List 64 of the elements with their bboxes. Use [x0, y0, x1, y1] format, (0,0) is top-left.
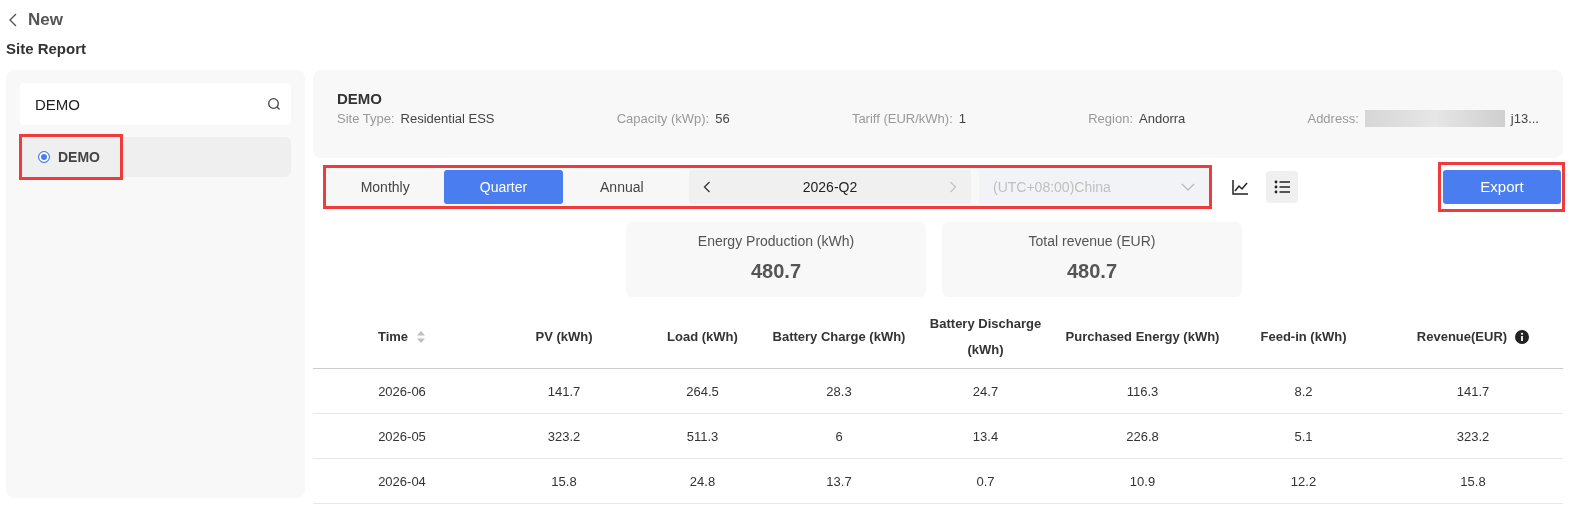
chevron-down-icon [1181, 182, 1195, 191]
table-cell: 10.9 [1129, 473, 1156, 489]
site-list-item[interactable]: DEMO [20, 137, 291, 177]
column-header: Battery Discharge (kWh) [928, 314, 1043, 359]
export-button[interactable]: Export [1443, 169, 1561, 204]
column-header: Purchased Energy (kWh) [1065, 327, 1220, 346]
field-value: Residential ESS [400, 111, 495, 126]
field-value: Andorra [1139, 111, 1186, 126]
table-cell: 5.1 [1294, 428, 1313, 444]
page-title: Site Report [5, 39, 86, 59]
site-name: DEMO [58, 149, 100, 165]
search-icon [267, 97, 281, 111]
table-cell: 264.5 [686, 383, 719, 399]
table-cell: 13.4 [972, 428, 999, 444]
period-tab[interactable]: Monthly [326, 169, 445, 204]
table-cell: 323.2 [547, 428, 581, 444]
field-label: Capacity (kWp): [616, 111, 710, 126]
column-header: PV (kWh) [535, 327, 593, 346]
column-header: Battery Charge (kWh) [772, 327, 906, 346]
table-cell: 2026-06 [378, 383, 426, 399]
field-label: Region: [1088, 111, 1133, 126]
table-cell: 116.3 [1126, 383, 1159, 399]
search-field[interactable]: DEMO [20, 83, 291, 125]
table-cell: 6 [835, 428, 843, 444]
back-icon [8, 13, 18, 27]
column-header[interactable]: Time [377, 323, 409, 350]
table-cell: 8.2 [1294, 383, 1313, 399]
table-cell: 24.8 [689, 473, 716, 489]
table-cell: 24.7 [972, 383, 999, 399]
back-button[interactable]: New [8, 10, 63, 30]
column-header: Load (kWh) [667, 327, 738, 346]
summary-value: 480.7 [749, 260, 803, 283]
table-cell: 13.7 [826, 473, 852, 489]
field-label: Site Type: [337, 111, 395, 126]
column-header: Revenue(EUR) [1416, 327, 1508, 346]
period-tab[interactable]: Quarter [444, 169, 563, 204]
field-value: 1 [958, 111, 966, 126]
table-cell: 226.8 [1126, 428, 1159, 444]
site-title: DEMO [337, 89, 382, 106]
previous-icon [703, 180, 711, 193]
field-value: 56 [715, 111, 730, 126]
summary-label: Total revenue (EUR) [1028, 233, 1156, 249]
table-cell: 15.8 [1460, 473, 1486, 489]
field-value: j13... [1510, 111, 1539, 126]
field-label: Tariff (EUR/kWh): [851, 111, 953, 126]
table-cell: 28.3 [826, 383, 852, 399]
table-cell: 12.2 [1290, 473, 1317, 489]
line-chart-icon [1231, 177, 1249, 196]
field-label: Address: [1307, 111, 1359, 126]
table-cell: 141.7 [1456, 383, 1490, 399]
column-header: Feed-in (kWh) [1260, 327, 1347, 346]
summary-value: 480.7 [1065, 260, 1119, 283]
summary-label: Energy Production (kWh) [697, 233, 855, 249]
list-view-button[interactable] [1266, 170, 1298, 203]
table-cell: 323.2 [1456, 428, 1490, 444]
radio-button[interactable] [38, 151, 50, 163]
table-cell: 511.3 [686, 428, 719, 444]
table-cell: 141.7 [547, 383, 581, 399]
table-cell: 2026-05 [378, 428, 426, 444]
table-cell: 2026-04 [378, 473, 426, 489]
table-cell: 0.7 [976, 473, 995, 489]
table-cell: 15.8 [551, 473, 577, 489]
period-tab[interactable]: Annual [562, 169, 681, 204]
period-picker[interactable]: 2026-Q2 [689, 169, 971, 204]
